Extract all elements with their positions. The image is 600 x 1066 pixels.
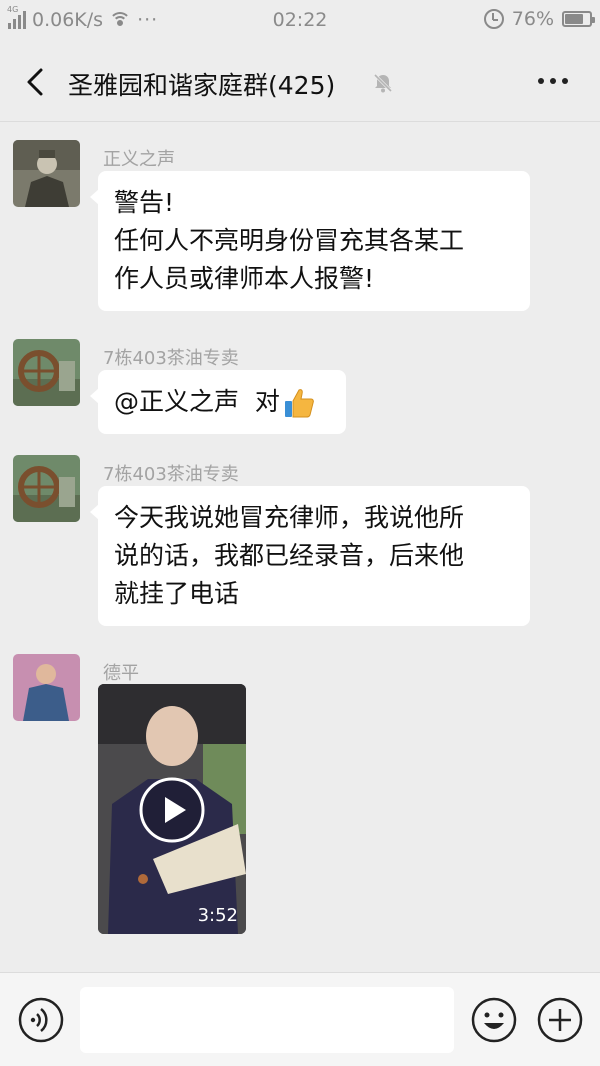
thumbs-up-icon [284, 389, 314, 418]
chat-header: 圣雅园和谐家庭群(425) [0, 42, 600, 122]
mention-text: @正义之声 对 [114, 387, 280, 416]
smile-icon[interactable] [471, 997, 517, 1043]
battery-icon [562, 11, 595, 27]
message-bubble[interactable]: 警告! 任何人不亮明身份冒充其各某工 作人员或律师本人报警! [90, 171, 530, 311]
chevron-left-icon[interactable] [22, 67, 52, 97]
message-input[interactable] [80, 987, 454, 1053]
sender-name: 正义之声 [103, 149, 175, 170]
status-bar: 4G 0.06K/s ··· 02:22 76% [0, 0, 600, 42]
message-line: 说的话，我都已经录音，后来他 [114, 541, 465, 570]
video-duration: 3:52 [197, 905, 238, 926]
sender-name: 德平 [103, 663, 139, 684]
message-line: 作人员或律师本人报警! [114, 264, 375, 293]
sender-name: 7栋403茶油专卖 [103, 464, 239, 485]
message-bubble[interactable]: 今天我说她冒充律师，我说他所 说的话，我都已经录音，后来他 就挂了电话 [90, 486, 530, 626]
avatar[interactable] [13, 339, 80, 406]
message-bubble[interactable]: @正义之声 对 [90, 370, 346, 434]
input-bar [0, 972, 600, 1066]
message-line: 就挂了电话 [114, 579, 240, 608]
message-line: 警告! [114, 188, 175, 217]
sender-name: 7栋403茶油专卖 [103, 348, 239, 369]
video-message[interactable]: 3:52 [98, 684, 246, 934]
message-line: @正义之声 对 [114, 383, 330, 421]
more-horizontal-icon[interactable] [538, 78, 568, 84]
avatar[interactable] [13, 140, 80, 207]
message-line: 任何人不亮明身份冒充其各某工 [114, 226, 465, 255]
bell-off-icon [373, 73, 393, 93]
avatar[interactable] [13, 455, 80, 522]
battery-fill [565, 14, 584, 24]
avatar[interactable] [13, 654, 80, 721]
plus-circle-icon[interactable] [537, 997, 583, 1043]
message-line: 今天我说她冒充律师，我说他所 [114, 503, 465, 532]
status-right: 76% [483, 8, 595, 30]
alarm-icon [483, 9, 504, 29]
voice-icon[interactable] [18, 997, 64, 1043]
play-icon[interactable] [138, 776, 206, 844]
battery-percent: 76% [511, 8, 554, 30]
chat-title[interactable]: 圣雅园和谐家庭群(425) [68, 66, 335, 102]
